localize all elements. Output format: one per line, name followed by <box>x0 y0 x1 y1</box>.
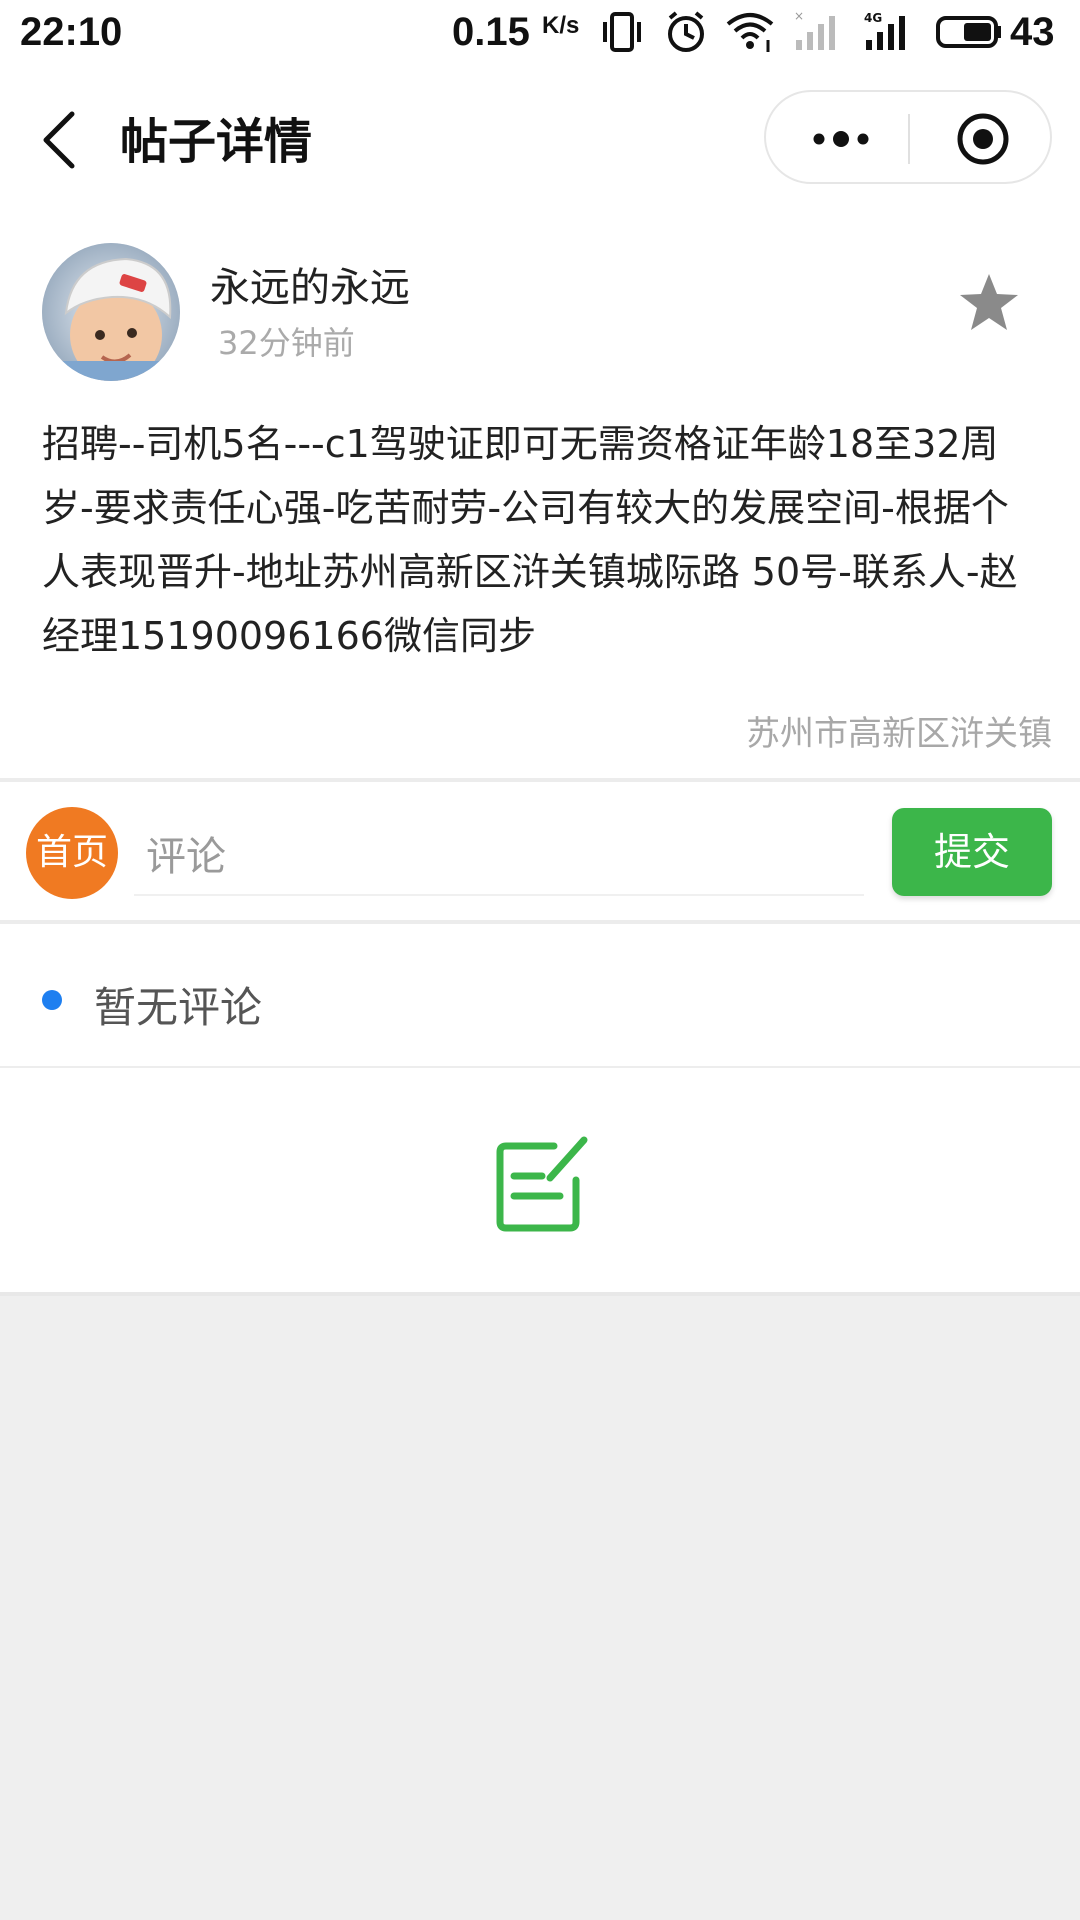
home-button[interactable]: 首页 <box>26 807 118 899</box>
section-divider <box>0 778 1080 782</box>
back-arrow-icon[interactable] <box>30 100 90 180</box>
signal-sim1-icon: × <box>794 10 835 50</box>
signal-4g-icon: 4G <box>864 11 905 50</box>
section-divider <box>0 920 1080 924</box>
comment-input[interactable] <box>134 820 864 896</box>
battery-icon <box>936 16 1001 48</box>
edit-icon[interactable] <box>492 1132 592 1236</box>
status-bar: 22:10 0.15 K/s × 4G 43 <box>0 0 1080 68</box>
content-bottom-divider <box>0 1292 1080 1296</box>
status-net-speed-unit: K/s <box>542 12 580 39</box>
close-target-icon[interactable] <box>956 112 1010 166</box>
post-location: 苏州市高新区浒关镇 <box>746 714 1052 754</box>
mini-program-capsule <box>764 90 1052 184</box>
status-net-speed: 0.15 <box>452 10 530 54</box>
star-icon[interactable] <box>956 270 1022 336</box>
user-avatar[interactable] <box>42 243 180 381</box>
more-dots-icon[interactable] <box>806 114 876 164</box>
svg-text:×: × <box>794 10 804 23</box>
user-name[interactable]: 永远的永远 <box>210 255 410 313</box>
comments-divider <box>0 1066 1080 1068</box>
no-comments-text: 暂无评论 <box>94 983 263 1032</box>
page-title: 帖子详情 <box>120 114 313 170</box>
vibrate-icon <box>603 12 641 52</box>
bullet-dot <box>42 990 62 1010</box>
status-time: 22:10 <box>20 10 123 54</box>
wifi-icon <box>726 13 774 52</box>
post-time: 32分钟前 <box>218 324 355 362</box>
submit-button[interactable]: 提交 <box>892 808 1052 896</box>
avatar-photo <box>42 243 180 381</box>
svg-text:4G: 4G <box>864 11 882 25</box>
capsule-divider <box>908 114 910 164</box>
nav-bar: 帖子详情 <box>0 72 1080 202</box>
alarm-icon <box>668 11 704 52</box>
post-content: 招聘--司机5名---c1驾驶证即可无需资格证年龄18至32周岁-要求责任心强-… <box>42 422 1018 658</box>
battery-level: 43 <box>1010 10 1055 54</box>
